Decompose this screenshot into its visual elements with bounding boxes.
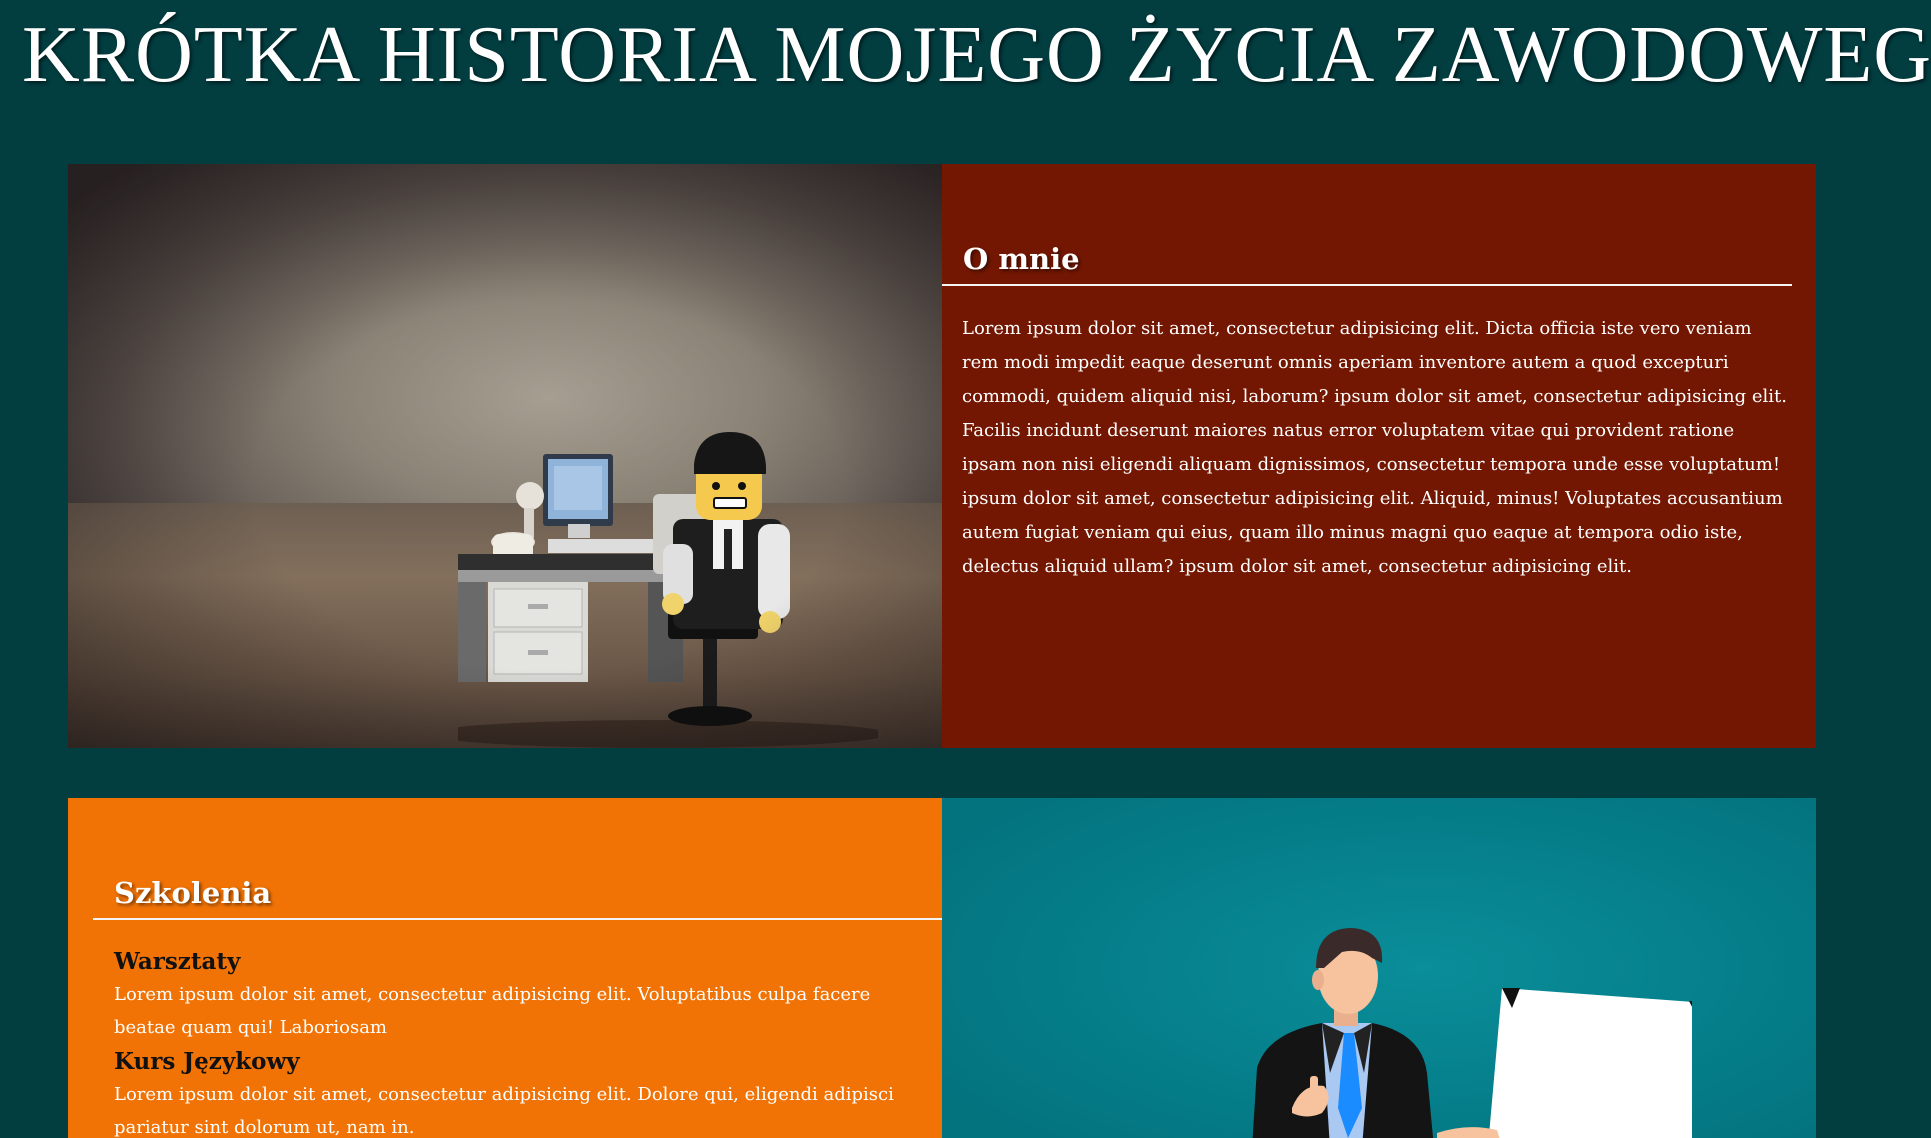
- training-item-title: Kurs Językowy: [114, 1048, 300, 1075]
- about-panel: O mnie Lorem ipsum dolor sit amet, conse…: [942, 164, 1816, 748]
- training-panel: Szkolenia Warsztaty Lorem ipsum dolor si…: [68, 798, 942, 1138]
- training-item-title: Warsztaty: [114, 948, 241, 975]
- training-item: Warsztaty Lorem ipsum dolor sit amet, co…: [114, 946, 914, 1044]
- about-heading: O mnie: [963, 242, 1080, 276]
- about-text: Lorem ipsum dolor sit amet, consectetur …: [962, 318, 1787, 577]
- office-photo: [68, 164, 942, 748]
- about-heading-divider: [942, 284, 1792, 286]
- about-section: O mnie Lorem ipsum dolor sit amet, conse…: [68, 164, 1817, 748]
- training-item: Kurs Językowy Lorem ipsum dolor sit amet…: [114, 1046, 914, 1138]
- businessman-presenting-image: [1252, 928, 1692, 1138]
- training-section: Szkolenia Warsztaty Lorem ipsum dolor si…: [68, 798, 1817, 1138]
- training-item-description: Lorem ipsum dolor sit amet, consectetur …: [114, 1084, 894, 1138]
- training-heading: Szkolenia: [114, 876, 272, 910]
- page-title: KRÓTKA HISTORIA MOJEGO ŻYCIA ZAWODOWEGO: [22, 11, 1931, 99]
- businessman-illustration: [942, 798, 1816, 1138]
- training-item-description: Lorem ipsum dolor sit amet, consectetur …: [114, 984, 871, 1038]
- training-heading-divider: [93, 918, 942, 920]
- training-list: Warsztaty Lorem ipsum dolor sit amet, co…: [114, 946, 914, 1138]
